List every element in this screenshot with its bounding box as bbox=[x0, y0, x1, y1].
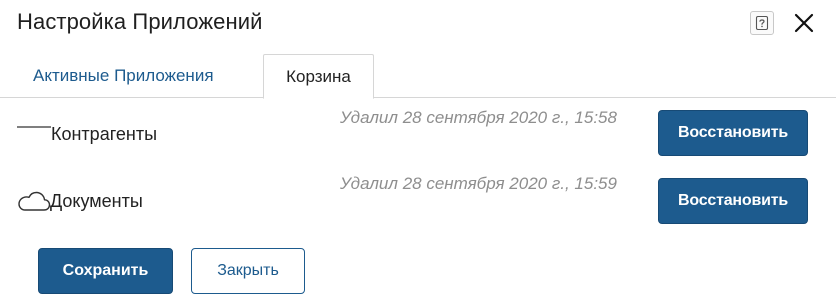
question-icon bbox=[755, 15, 769, 31]
deleted-info: Удалил 28 сентября 2020 г., 15:58 bbox=[340, 108, 617, 127]
save-button[interactable]: Сохранить bbox=[38, 248, 173, 294]
app-settings-dialog: Настройка Приложений Активные Приложения… bbox=[0, 0, 836, 300]
close-icon bbox=[794, 13, 814, 33]
line-icon bbox=[17, 125, 51, 129]
restore-button[interactable]: Восстановить bbox=[658, 178, 808, 224]
list-item: Контрагенты Удалил 28 сентября 2020 г., … bbox=[0, 103, 836, 165]
dialog-title: Настройка Приложений bbox=[17, 9, 263, 34]
tab-active-apps[interactable]: Активные Приложения bbox=[17, 54, 230, 98]
deleted-info: Удалил 28 сентября 2020 г., 15:59 bbox=[340, 174, 617, 193]
cancel-button[interactable]: Закрыть bbox=[191, 248, 305, 294]
app-name: Документы bbox=[50, 191, 143, 211]
close-button[interactable] bbox=[790, 9, 818, 37]
tab-trash[interactable]: Корзина bbox=[263, 54, 374, 99]
help-button[interactable] bbox=[750, 11, 774, 35]
list-item: Документы Удалил 28 сентября 2020 г., 15… bbox=[0, 169, 836, 231]
app-name: Контрагенты bbox=[51, 124, 158, 144]
cloud-icon bbox=[17, 189, 51, 213]
restore-button[interactable]: Восстановить bbox=[658, 110, 808, 156]
